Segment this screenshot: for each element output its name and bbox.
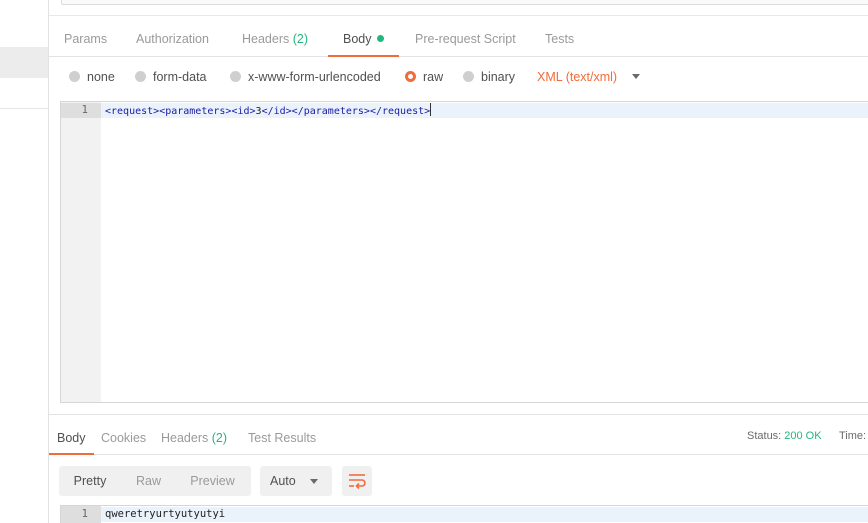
response-tab-test-results[interactable]: Test Results <box>248 415 316 455</box>
request-body-editor[interactable]: 1 <request><parameters><id>3</id></param… <box>60 101 868 403</box>
response-view-mode: Pretty Raw Preview <box>59 466 251 496</box>
tab-headers[interactable]: Headers (2) <box>242 16 308 57</box>
response-tab-body[interactable]: Body <box>49 415 94 455</box>
tab-body[interactable]: Body <box>328 16 399 57</box>
wrap-lines-button[interactable] <box>342 466 372 496</box>
response-time: Time: <box>839 430 867 442</box>
radio-raw[interactable]: raw <box>405 69 443 85</box>
line-number: 1 <box>81 508 88 520</box>
content-type-select[interactable]: XML (text/xml) <box>537 69 617 85</box>
radio-circle <box>463 71 474 82</box>
chevron-down-icon[interactable] <box>632 74 640 79</box>
response-body-viewer[interactable]: 1 qweretryurtyutyutyi <box>60 505 868 523</box>
response-tabs: Body Cookies Headers (2) Test Results St… <box>49 414 868 455</box>
request-panel: Params Authorization Headers (2) Body Pr… <box>49 0 868 523</box>
tab-tests[interactable]: Tests <box>545 16 574 57</box>
code-line: <request><parameters><id>3</id></paramet… <box>105 103 432 118</box>
response-tab-cookies[interactable]: Cookies <box>101 415 146 455</box>
body-type-selector: none form-data x-www-form-urlencoded raw… <box>49 57 868 97</box>
headers-count: (2) <box>292 32 309 46</box>
text-cursor <box>430 103 432 116</box>
response-status: Status: 200 OK <box>747 430 822 442</box>
response-headers-count: (2) <box>211 431 228 445</box>
radio-binary[interactable]: binary <box>463 69 515 85</box>
url-bar[interactable] <box>61 0 868 5</box>
radio-circle-selected <box>405 71 416 82</box>
tab-params[interactable]: Params <box>64 16 107 57</box>
sidebar-selected-item[interactable] <box>0 47 48 78</box>
sidebar-divider <box>0 108 48 109</box>
editor-gutter <box>61 102 101 402</box>
radio-circle <box>230 71 241 82</box>
preview-button[interactable]: Preview <box>176 466 249 496</box>
response-content: qweretryurtyutyutyi <box>105 508 226 520</box>
radio-none[interactable]: none <box>69 69 115 85</box>
tab-prerequest-script[interactable]: Pre-request Script <box>415 16 516 57</box>
response-tab-headers[interactable]: Headers (2) <box>161 415 227 455</box>
radio-circle <box>69 71 80 82</box>
status-code: 200 OK <box>784 430 822 442</box>
tab-authorization[interactable]: Authorization <box>136 16 209 57</box>
radio-form-data[interactable]: form-data <box>135 69 207 85</box>
radio-urlencoded[interactable]: x-www-form-urlencoded <box>230 69 381 85</box>
raw-button[interactable]: Raw <box>121 466 176 496</box>
request-tabs: Params Authorization Headers (2) Body Pr… <box>49 15 868 57</box>
format-select[interactable]: Auto <box>260 466 332 496</box>
line-number: 1 <box>61 103 101 118</box>
pretty-button[interactable]: Pretty <box>59 466 121 496</box>
body-modified-dot <box>376 35 384 42</box>
wrap-lines-icon <box>349 474 366 489</box>
radio-circle <box>135 71 146 82</box>
chevron-down-icon <box>310 479 318 484</box>
sidebar <box>0 0 49 523</box>
